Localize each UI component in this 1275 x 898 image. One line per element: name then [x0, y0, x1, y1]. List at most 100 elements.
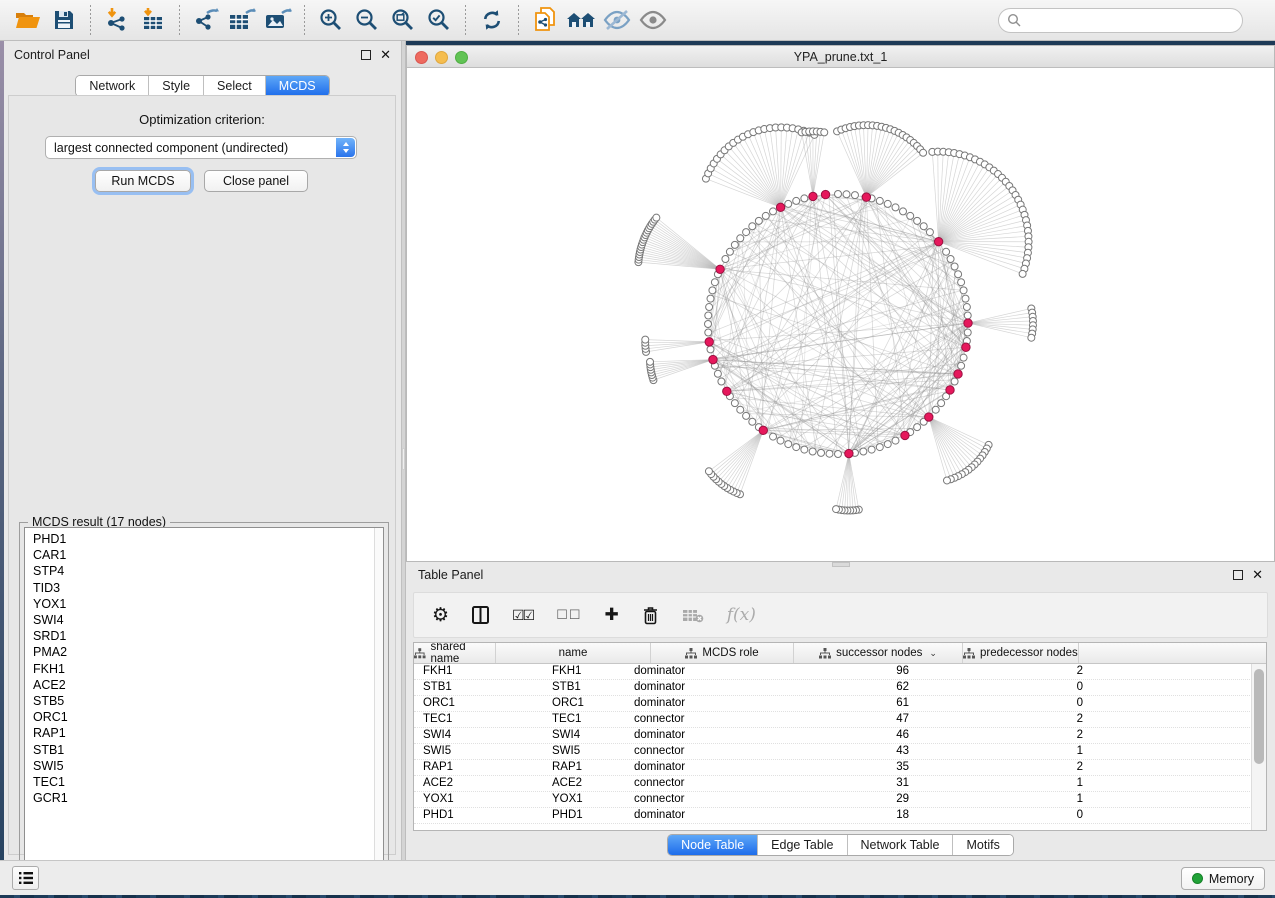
table-column-header[interactable]: shared name ⌄ [414, 643, 496, 663]
mcds-result-item[interactable]: ORC1 [33, 709, 383, 725]
optimization-criterion-label: Optimization criterion: [9, 112, 395, 127]
mcds-result-list[interactable]: PHD1CAR1STP4TID3YOX1SWI4SRD1PMA2FKH1ACE2… [24, 527, 384, 887]
table-row[interactable]: SWI5 SWI5 connector 43 1 [414, 744, 1266, 760]
search-input[interactable] [1022, 14, 1242, 28]
control-panel-tab[interactable]: Style [149, 76, 204, 96]
zoom-fit-icon[interactable] [385, 4, 421, 36]
mcds-result-item[interactable]: RAP1 [33, 725, 383, 741]
memory-button[interactable]: Memory [1181, 867, 1265, 890]
function-builder-icon[interactable]: f(x) [727, 605, 756, 625]
table-panel-title: Table Panel [418, 568, 483, 582]
table-row[interactable]: ACE2 ACE2 connector 31 1 [414, 776, 1266, 792]
task-history-button[interactable] [12, 866, 39, 890]
window-close-traffic-light[interactable] [415, 51, 428, 64]
mcds-result-item[interactable]: ACE2 [33, 677, 383, 693]
mcds-result-item[interactable]: FKH1 [33, 661, 383, 677]
criterion-dropdown[interactable]: largest connected component (undirected) [45, 136, 357, 159]
export-image-icon[interactable] [260, 4, 296, 36]
export-network-icon[interactable] [188, 4, 224, 36]
export-table-icon[interactable] [224, 4, 260, 36]
first-neighbors-icon[interactable] [563, 4, 599, 36]
search-box[interactable] [998, 8, 1243, 33]
mcds-result-item[interactable]: TID3 [33, 580, 383, 596]
close-table-panel-icon[interactable]: ✕ [1252, 570, 1263, 580]
table-settings-gear-icon[interactable]: ⚙ [432, 604, 449, 627]
table-scrollbar[interactable] [1251, 664, 1266, 830]
node-table-header: shared name ⌄ name ⌄ MCDS role ⌄ [414, 643, 1266, 664]
network-window: YPA_prune.txt_1 [406, 45, 1275, 562]
hide-selected-icon[interactable] [599, 4, 635, 36]
mcds-result-item[interactable]: TEC1 [33, 774, 383, 790]
table-row[interactable]: SWI4 SWI4 dominator 46 2 [414, 728, 1266, 744]
table-row[interactable]: TEC1 TEC1 connector 47 2 [414, 712, 1266, 728]
node-table: shared name ⌄ name ⌄ MCDS role ⌄ [413, 642, 1267, 831]
unselect-all-columns-icon[interactable]: ☐☐ [556, 607, 581, 623]
table-panel-splitter-grip[interactable] [832, 562, 850, 567]
mcds-result-item[interactable]: SRD1 [33, 628, 383, 644]
float-table-panel-icon[interactable] [1233, 570, 1243, 580]
mcds-result-item[interactable]: SWI4 [33, 612, 383, 628]
criterion-value: largest connected component (undirected) [54, 141, 288, 155]
mcds-result-item[interactable]: STB1 [33, 742, 383, 758]
network-canvas[interactable] [407, 68, 1274, 561]
save-icon[interactable] [46, 4, 82, 36]
search-icon [1007, 13, 1022, 28]
mcds-result-item[interactable]: PMA2 [33, 644, 383, 660]
control-panel-tab[interactable]: Network [76, 76, 149, 96]
node-table-body: FKH1 FKH1 dominator 96 2 STB1 STB1 domin… [414, 664, 1266, 824]
float-panel-icon[interactable] [361, 50, 371, 60]
mcds-result-item[interactable]: SWI5 [33, 758, 383, 774]
mcds-result-item[interactable]: GCR1 [33, 790, 383, 806]
mcds-result-item[interactable]: STB5 [33, 693, 383, 709]
column-type-icon [414, 648, 426, 659]
control-panel-tab[interactable]: Select [204, 76, 266, 96]
table-column-header[interactable]: predecessor nodes ⌄ [963, 643, 1079, 663]
table-scrollbar-thumb[interactable] [1254, 669, 1264, 764]
table-tab[interactable]: Motifs [953, 835, 1012, 855]
create-column-icon[interactable]: ✚ [604, 605, 618, 625]
table-row[interactable]: YOX1 YOX1 connector 29 1 [414, 792, 1266, 808]
delete-table-icon[interactable] [682, 608, 704, 623]
select-all-columns-icon[interactable]: ☑☑ [512, 607, 533, 624]
window-minimize-traffic-light[interactable] [435, 51, 448, 64]
mcds-list-scrollbar[interactable] [374, 528, 383, 886]
table-row[interactable]: ORC1 ORC1 dominator 61 0 [414, 696, 1266, 712]
zoom-in-icon[interactable] [313, 4, 349, 36]
status-bar: Memory [0, 860, 1275, 895]
table-tab-bar: Node TableEdge TableNetwork TableMotifs [667, 834, 1014, 856]
refresh-icon[interactable] [474, 4, 510, 36]
close-panel-button[interactable]: Close panel [204, 170, 308, 192]
table-tab[interactable]: Edge Table [758, 835, 847, 855]
show-columns-icon[interactable] [472, 606, 489, 624]
table-column-header[interactable]: successor nodes ⌄ [794, 643, 963, 663]
table-row[interactable]: PHD1 PHD1 dominator 18 0 [414, 808, 1266, 824]
import-network-icon[interactable] [99, 4, 135, 36]
table-row[interactable]: STB1 STB1 dominator 62 0 [414, 680, 1266, 696]
duplicate-network-icon[interactable] [527, 4, 563, 36]
table-row[interactable]: FKH1 FKH1 dominator 96 2 [414, 664, 1266, 680]
open-file-icon[interactable] [10, 4, 46, 36]
mcds-result-item[interactable]: YOX1 [33, 596, 383, 612]
memory-label: Memory [1209, 872, 1254, 886]
zoom-selected-icon[interactable] [421, 4, 457, 36]
run-mcds-button[interactable]: Run MCDS [95, 170, 191, 192]
splitter-grip[interactable] [402, 448, 405, 470]
close-panel-icon[interactable]: ✕ [380, 50, 391, 60]
table-tab[interactable]: Network Table [848, 835, 954, 855]
import-table-icon[interactable] [135, 4, 171, 36]
network-graph[interactable] [407, 68, 1274, 562]
mcds-result-item[interactable]: PHD1 [33, 531, 383, 547]
delete-columns-trash-icon[interactable] [642, 606, 659, 625]
mcds-result-item[interactable]: CAR1 [33, 547, 383, 563]
window-zoom-traffic-light[interactable] [455, 51, 468, 64]
network-window-titlebar[interactable]: YPA_prune.txt_1 [407, 46, 1274, 68]
control-panel-tab[interactable]: MCDS [266, 76, 329, 96]
table-tab[interactable]: Node Table [668, 835, 758, 855]
table-column-header[interactable]: name ⌄ [496, 643, 651, 663]
table-row[interactable]: RAP1 RAP1 dominator 35 2 [414, 760, 1266, 776]
zoom-out-icon[interactable] [349, 4, 385, 36]
table-column-header[interactable]: MCDS role ⌄ [651, 643, 794, 663]
table-toolbar: ⚙ ☑☑ ☐☐ ✚ f(x) [413, 592, 1268, 638]
show-all-icon[interactable] [635, 4, 671, 36]
mcds-result-item[interactable]: STP4 [33, 563, 383, 579]
